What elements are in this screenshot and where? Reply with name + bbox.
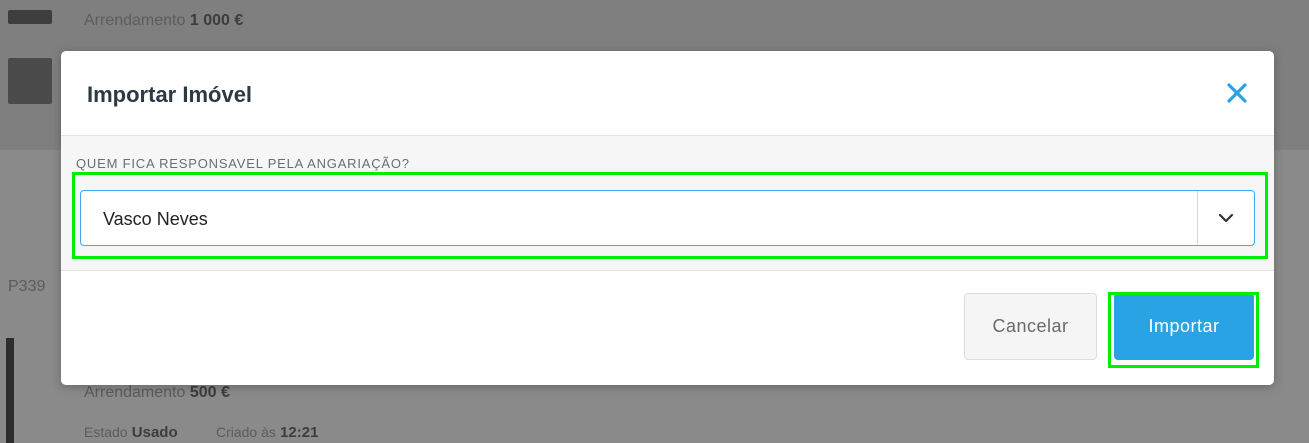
import-property-modal: Importar Imóvel QUEM FICA RESPONSAVEL PE… — [61, 51, 1274, 385]
import-button[interactable]: Importar — [1114, 293, 1254, 360]
modal-body: QUEM FICA RESPONSAVEL PELA ANGARIAÇÃO? V… — [61, 136, 1274, 271]
responsible-field-label: QUEM FICA RESPONSAVEL PELA ANGARIAÇÃO? — [76, 156, 410, 171]
chevron-down-icon[interactable] — [1197, 191, 1254, 245]
modal-header: Importar Imóvel — [61, 51, 1274, 136]
select-value: Vasco Neves — [103, 209, 208, 229]
listing-meta: Estado Usado Criado às 12:21 — [84, 424, 319, 441]
cancel-button[interactable]: Cancelar — [964, 293, 1097, 360]
listing-thumbnail — [6, 338, 14, 443]
listing-reference: P339 — [8, 278, 46, 295]
modal-title: Importar Imóvel — [87, 82, 253, 107]
page: Arrendamento 1 000 € P339 Arrendamento 5… — [0, 0, 1309, 443]
listing-price: Arrendamento 500 € — [84, 384, 230, 401]
listing-price: Arrendamento 1 000 € — [84, 12, 244, 29]
listing-thumbnail — [8, 10, 52, 24]
close-icon[interactable] — [1223, 79, 1251, 107]
listing-thumbnail — [8, 58, 52, 104]
responsible-select[interactable]: Vasco Neves — [80, 190, 1255, 246]
modal-footer: Cancelar Importar — [61, 271, 1274, 385]
